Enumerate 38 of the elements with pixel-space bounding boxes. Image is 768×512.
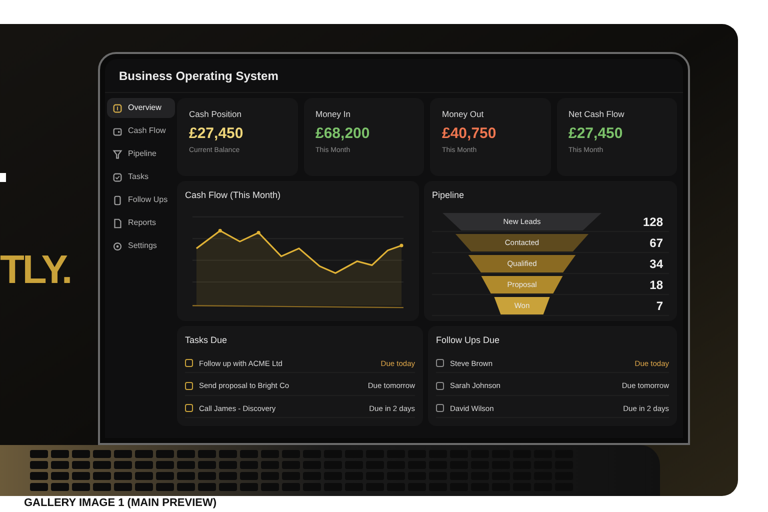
sidebar-item[interactable]: Pipeline — [107, 144, 175, 164]
stage-count: 34 — [650, 256, 663, 272]
checkbox[interactable] — [185, 382, 193, 390]
caption-text: GALLERY IMAGE 1 (MAIN PREVIEW) — [24, 498, 218, 509]
stage-count: 67 — [650, 234, 663, 252]
bar-fragment — [0, 173, 6, 182]
card-title: Tasks Due — [185, 334, 228, 347]
sidebar-item[interactable]: Settings — [107, 236, 175, 256]
checkbox[interactable] — [185, 404, 193, 412]
kpi-value: £27,450 — [189, 126, 244, 141]
checkbox[interactable] — [185, 359, 193, 368]
kpi-label: Money Out — [442, 108, 485, 121]
sidebar-item[interactable]: Tasks — [107, 167, 175, 187]
kpi-value: £27,450 — [568, 126, 624, 141]
card-title: Follow Ups Due — [436, 334, 501, 347]
app-title: Business Operating System — [119, 68, 278, 84]
pipeline-title: Pipeline — [432, 189, 466, 202]
document-icon — [112, 218, 123, 228]
headline-text: TLY. — [0, 250, 72, 290]
funnel-icon — [112, 148, 123, 160]
checkbox[interactable] — [436, 404, 444, 412]
sidebar-item[interactable]: Cash Flow — [107, 121, 175, 141]
settings-icon — [112, 240, 123, 252]
chart-title: Cash Flow (This Month) — [185, 189, 282, 202]
stage-count: 18 — [650, 276, 663, 294]
sidebar-item[interactable]: Overview — [107, 98, 175, 118]
checkbox[interactable] — [436, 359, 444, 368]
kpi-value: £68,200 — [316, 126, 371, 141]
stage-count: 7 — [656, 298, 663, 314]
checkbox[interactable] — [436, 382, 444, 390]
kpi-label: Money In — [316, 108, 352, 121]
sidebar-item[interactable]: Reports — [107, 213, 175, 233]
checklist-icon — [112, 172, 123, 182]
stage-count: 128 — [642, 214, 663, 230]
sidebar-item[interactable]: Follow Ups — [107, 190, 175, 210]
kpi-value: £40,750 — [442, 126, 498, 141]
kpi-label: Cash Position — [189, 108, 242, 121]
kpi-label: Net Cash Flow — [568, 108, 626, 121]
